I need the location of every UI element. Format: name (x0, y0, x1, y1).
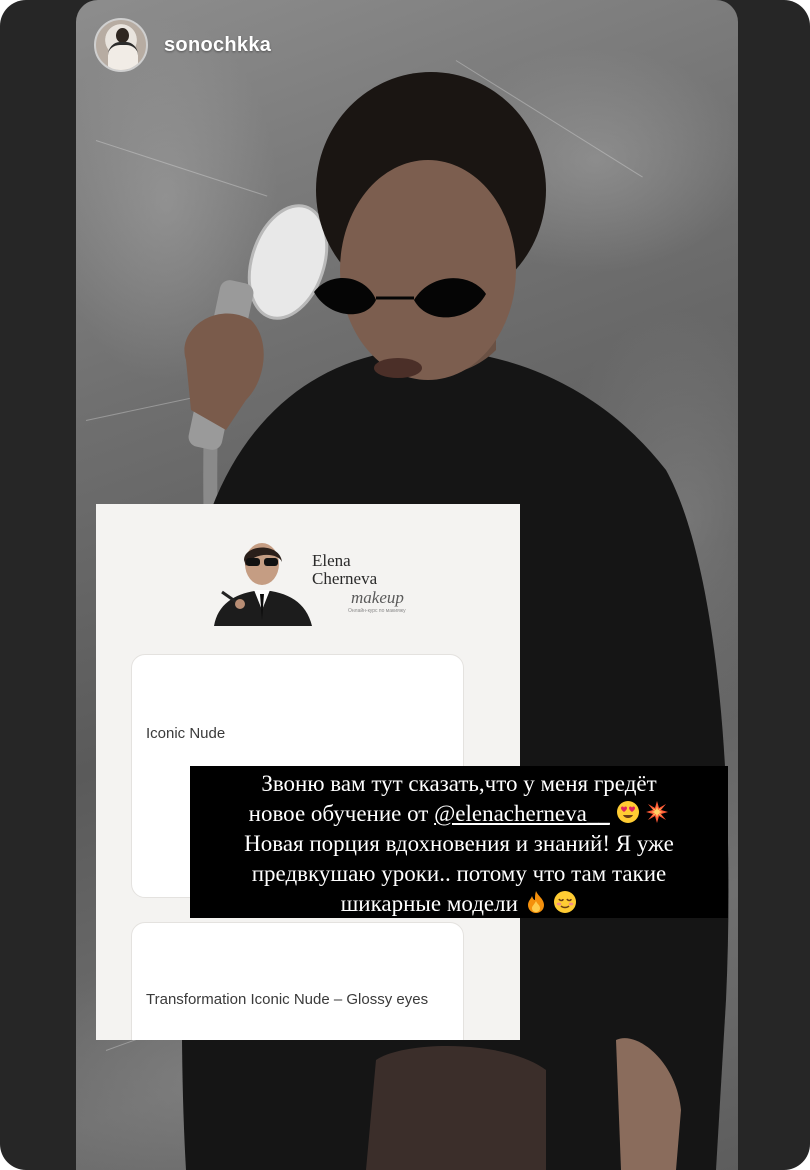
collision-emoji (646, 801, 669, 823)
face (340, 160, 516, 380)
caption-text: шикарные модели (340, 891, 518, 916)
caption-line: новое обучение от @elenacherneva__ (190, 799, 728, 829)
lips (374, 358, 422, 378)
username[interactable]: sonochkka (164, 34, 271, 57)
brand-name-line2: Cherneva (312, 569, 378, 588)
course-title: Iconic Nude (146, 725, 226, 742)
caption-line: Новая порция вдохновения и знаний! Я уже (244, 831, 674, 856)
hand (184, 313, 264, 430)
brand-photo (202, 540, 322, 626)
course-title: Transformation Iconic Nude – Glossy eyes (146, 991, 429, 1008)
brand-name-line1: Elena (312, 551, 351, 570)
brand-name: Elena Cherneva (312, 552, 377, 588)
brand-subtitle: makeup (351, 588, 404, 607)
avatar[interactable] (94, 18, 148, 72)
mention-link[interactable]: @elenacherneva__ (434, 801, 610, 826)
course-card[interactable]: Transformation Iconic Nude – Glossy eyes (131, 922, 464, 1040)
story-caption: Звоню вам тут сказать,что у меня гредёт … (190, 766, 728, 918)
legs (366, 1046, 546, 1170)
caption-line: Звоню вам тут сказать,что у меня гредёт (261, 771, 657, 796)
brand-tagline: Онлайн-курс по макияжу (348, 608, 406, 614)
story-header: sonochkka (94, 18, 271, 72)
device-frame: sonochkka Elena Cherneva makeup Онлайн-к… (0, 0, 810, 1170)
caption-text: новое обучение от (248, 801, 435, 826)
relieved-emoji (554, 891, 577, 913)
caption-line: предвкушаю уроки.. потому что там такие (251, 861, 667, 886)
caption-line: шикарные модели (190, 889, 728, 919)
heart-eyes-emoji (616, 801, 639, 823)
fire-emoji (527, 891, 544, 913)
